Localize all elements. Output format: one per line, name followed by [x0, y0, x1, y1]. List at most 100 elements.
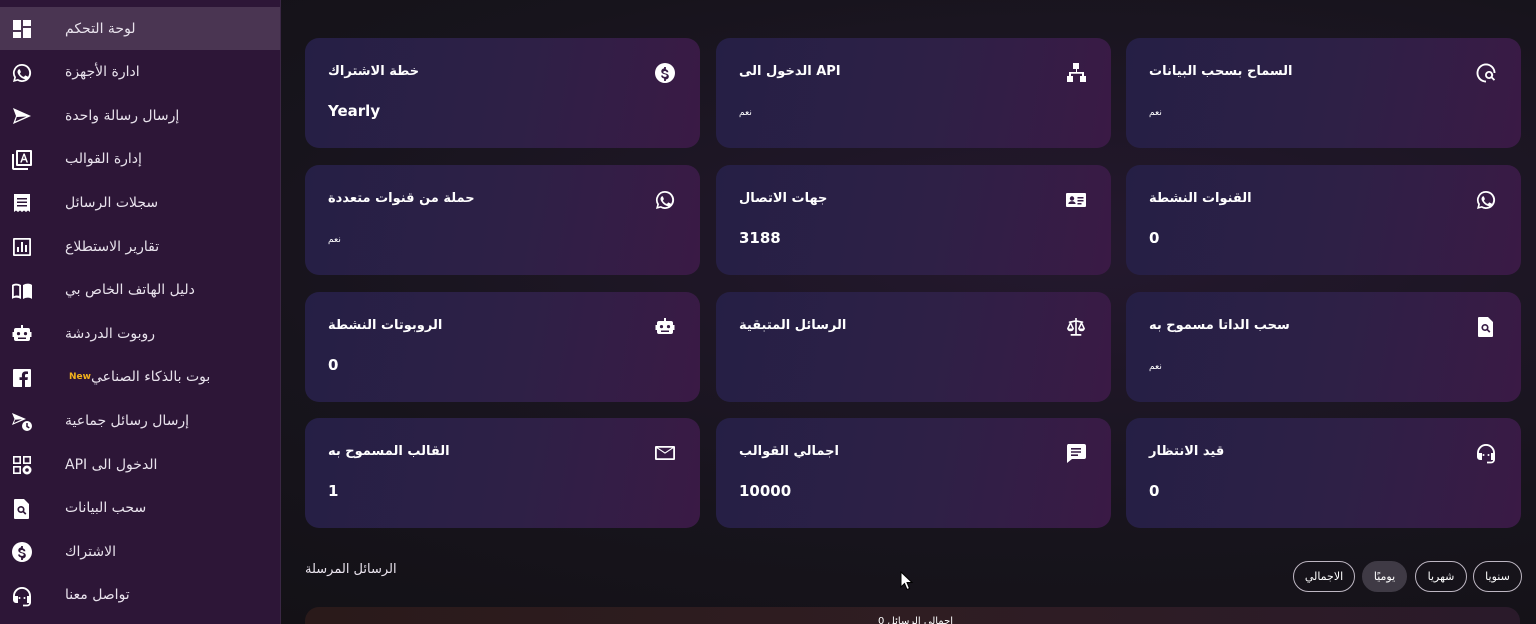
stat-card-title: جهات الاتصال: [739, 191, 828, 206]
mouse-cursor-icon: [900, 571, 914, 591]
stat-card-value: نعم: [739, 108, 752, 118]
bulk-send-icon: [11, 410, 33, 432]
file-search-icon: [11, 498, 33, 520]
sidebar-item-label: تقارير الاستطلاع: [65, 225, 159, 268]
bar-chart-icon: [11, 236, 33, 258]
stat-card: الرسائل المتبقية: [716, 292, 1111, 402]
sitemap-icon: [1065, 62, 1087, 84]
sidebar-item-text: إرسال رسالة واحدة: [65, 107, 180, 124]
dashboard-main: الرسائل المرسلة سنويا شهريا يوميًا الاجم…: [281, 0, 1536, 624]
sidebar-item-label: بوت بالذكاء الصناعي New: [65, 356, 210, 399]
sidebar-item[interactable]: دليل الهاتف الخاص بي: [0, 269, 280, 312]
file-search-icon: [1475, 316, 1497, 338]
sidebar-item-text: سحب البيانات: [65, 500, 147, 517]
sidebar-item[interactable]: تواصل معنا: [0, 574, 280, 617]
stat-card-title: السماح بسحب البيانات: [1149, 64, 1293, 79]
sidebar-item-text: إرسال رسائل جماعية: [65, 412, 190, 429]
whatsapp-icon: [654, 189, 676, 211]
app-root: لوحة التحكم ادارة الأجهزة إرسال رسالة واحد…: [0, 0, 1536, 624]
facebook-icon: [11, 367, 33, 389]
sidebar-item-text: الاشتراك: [65, 543, 116, 560]
stat-card-value: 3188: [739, 229, 781, 247]
sidebar: لوحة التحكم ادارة الأجهزة إرسال رسالة واحد…: [0, 0, 281, 624]
sidebar-item-label: روبوت الدردشة: [65, 312, 155, 355]
stat-card-value: نعم: [328, 235, 341, 245]
stat-card-title: اجمالي القوالب: [739, 444, 839, 459]
whatsapp-icon: [11, 62, 33, 84]
stat-card-value: Yearly: [328, 102, 381, 120]
stat-card: جهات الاتصال 3188: [716, 165, 1111, 275]
send-icon: [11, 105, 33, 127]
stat-card-title: خطة الاشتراك: [328, 64, 420, 79]
stat-card: اجمالي القوالب 10000: [716, 418, 1111, 528]
sidebar-item-label: ادارة الأجهزة: [65, 51, 140, 94]
sidebar-item-text: إدارة القوالب: [65, 151, 142, 168]
dollar-icon: [654, 62, 676, 84]
stat-card-value: 1: [328, 482, 339, 500]
stat-card-title: سحب الداتا مسموح به: [1149, 318, 1290, 333]
sidebar-item-label: إدارة القوالب: [65, 138, 142, 181]
sidebar-item-label: دليل الهاتف الخاص بي: [65, 269, 195, 312]
stat-card-value: 10000: [739, 482, 792, 500]
stat-card-title: القالب المسموح به: [328, 444, 450, 459]
support-icon: [1475, 442, 1497, 464]
sidebar-item-label: إرسال رسائل جماعية: [65, 399, 189, 442]
stat-card: القالب المسموح به 1: [305, 418, 700, 528]
sidebar-item-text: لوحة التحكم: [65, 20, 136, 37]
sidebar-item[interactable]: لوحة التحكم: [0, 7, 280, 50]
filter-yearly-button[interactable]: سنويا: [1473, 561, 1522, 592]
stat-card-title: القنوات النشطة: [1149, 191, 1252, 206]
book-icon: [11, 280, 33, 302]
sidebar-item-label: إرسال رسالة واحدة: [65, 94, 179, 137]
sidebar-item[interactable]: سجلات الرسائل: [0, 181, 280, 224]
filter-total-button[interactable]: الاجمالي: [1293, 561, 1355, 592]
filter-monthly-button[interactable]: شهريا: [1415, 561, 1467, 592]
sidebar-item-text: روبوت الدردشة: [65, 325, 156, 342]
mail-icon: [654, 442, 676, 464]
sidebar-item[interactable]: إدارة القوالب: [0, 138, 280, 181]
sidebar-item[interactable]: إرسال رسالة واحدة: [0, 94, 280, 137]
stat-card-value: نعم: [1149, 362, 1162, 372]
stat-card-title: الروبوتات النشطة: [328, 318, 443, 333]
filter-daily-button[interactable]: يوميًا: [1362, 561, 1407, 592]
stat-card: قيد الانتظار 0: [1126, 418, 1521, 528]
sidebar-item[interactable]: إرسال رسائل جماعية: [0, 399, 280, 442]
sidebar-item[interactable]: سحب البيانات: [0, 487, 280, 530]
sidebar-item[interactable]: ادارة الأجهزة: [0, 51, 280, 94]
sidebar-item-label: لوحة التحكم: [65, 7, 136, 50]
sidebar-item[interactable]: الاشتراك: [0, 530, 280, 573]
stat-card: الدخول الى API نعم: [716, 38, 1111, 148]
sidebar-item[interactable]: روبوت الدردشة: [0, 312, 280, 355]
robot-icon: [654, 316, 676, 338]
sidebar-item-text: تواصل معنا: [65, 587, 130, 604]
support-icon: [11, 585, 33, 607]
stat-card: خطة الاشتراك Yearly: [305, 38, 700, 148]
sidebar-item[interactable]: تقارير الاستطلاع: [0, 225, 280, 268]
chart-panel-heading: اجمالي الرسائل 0: [878, 616, 954, 624]
sidebar-item-label: تواصل معنا: [65, 574, 130, 617]
sidebar-item-text: بوت بالذكاء الصناعي: [90, 369, 211, 386]
sidebar-item-label: سحب البيانات: [65, 487, 146, 530]
contact-card-icon: [1065, 189, 1087, 211]
sidebar-item-text: دليل الهاتف الخاص بي: [65, 282, 195, 299]
sidebar-item[interactable]: بوت بالذكاء الصناعي New: [0, 356, 280, 399]
stat-card-title: الرسائل المتبقية: [739, 318, 847, 333]
stat-card: القنوات النشطة 0: [1126, 165, 1521, 275]
sidebar-item-label: سجلات الرسائل: [65, 181, 158, 224]
api-icon: [11, 454, 33, 476]
sidebar-item[interactable]: الدخول الى API: [0, 443, 280, 486]
new-badge: New: [69, 372, 91, 383]
stat-card-value: 0: [1149, 229, 1160, 247]
stat-card-value: نعم: [1149, 108, 1162, 118]
scan-search-icon: [1475, 62, 1497, 84]
stat-card: حملة من قنوات متعددة نعم: [305, 165, 700, 275]
scale-icon: [1065, 316, 1087, 338]
sidebar-item-text: تقارير الاستطلاع: [65, 238, 160, 255]
sidebar-item-text: سجلات الرسائل: [65, 194, 159, 211]
whatsapp-icon: [1475, 189, 1497, 211]
template-icon: [11, 149, 33, 171]
stat-card-title: حملة من قنوات متعددة: [328, 191, 475, 206]
stat-card-value: 0: [1149, 482, 1160, 500]
sidebar-item-text: ادارة الأجهزة: [65, 64, 140, 81]
sent-messages-chart-panel: اجمالي الرسائل 0: [305, 607, 1520, 624]
